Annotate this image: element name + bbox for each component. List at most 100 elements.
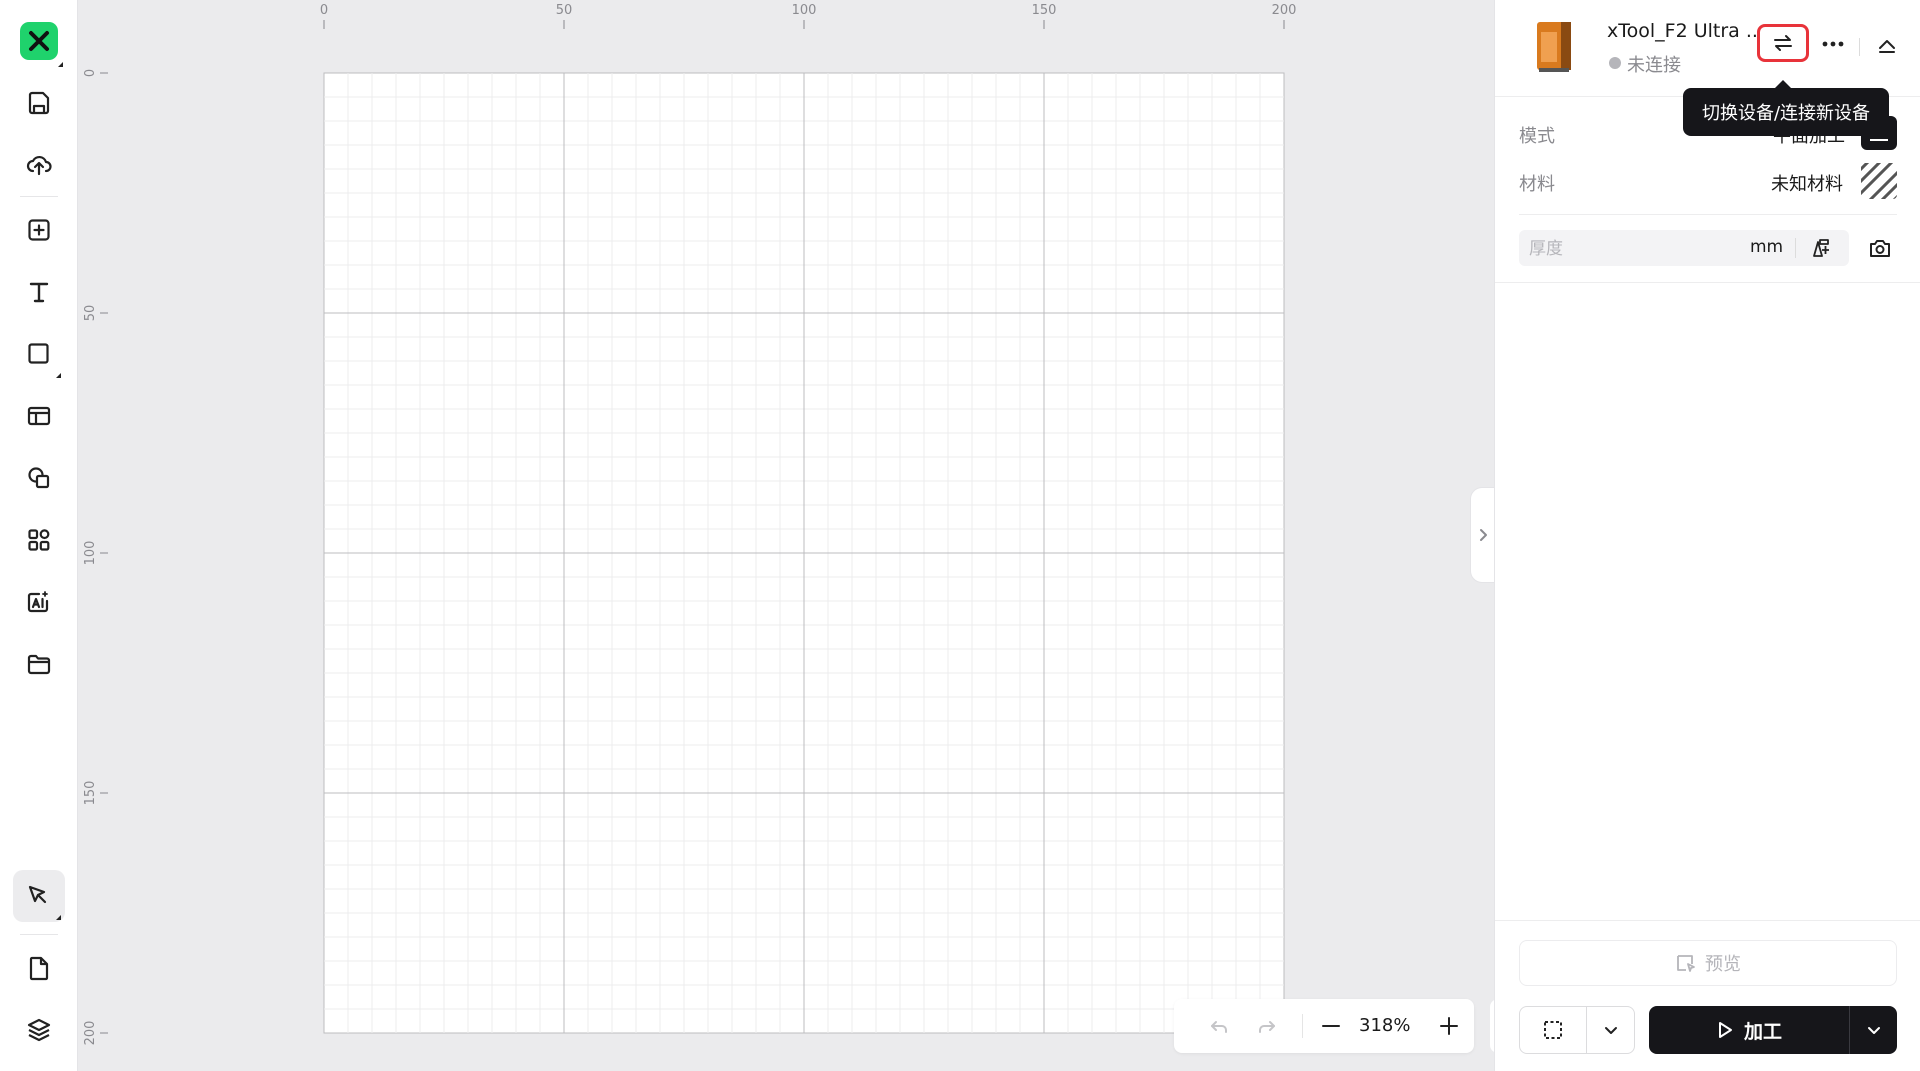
shape-corner-icon xyxy=(56,373,61,378)
folder-icon xyxy=(27,654,51,675)
material-value[interactable]: 未知材料 xyxy=(1771,170,1843,196)
process-button-group: 加工 xyxy=(1649,1006,1897,1054)
apps-button[interactable] xyxy=(13,514,65,566)
layout-icon xyxy=(27,406,51,426)
zoom-level[interactable]: 318% xyxy=(1359,1015,1410,1036)
preview-label: 预览 xyxy=(1705,954,1741,975)
ruler-left-label: 50 xyxy=(83,305,98,322)
ai-icon xyxy=(27,591,49,613)
text-tool-button[interactable] xyxy=(13,266,65,318)
chevron-down-icon xyxy=(1605,1027,1617,1034)
layers-button[interactable] xyxy=(13,1004,65,1056)
ruler-left-label: 200 xyxy=(83,1021,98,1046)
process-label: 加工 xyxy=(1743,1020,1782,1043)
thickness-field: mm xyxy=(1519,230,1849,266)
actions-divider xyxy=(1495,920,1920,921)
zoom-bar-divider xyxy=(1302,1014,1303,1038)
device-thumbnail[interactable] xyxy=(1531,18,1579,76)
more-dots-icon xyxy=(1822,41,1844,47)
material-label: 材料 xyxy=(1519,174,1555,195)
frame-icon xyxy=(1544,1021,1562,1039)
tooltip-arrow xyxy=(1775,80,1791,88)
undo-button[interactable] xyxy=(1204,1011,1234,1041)
zoom-in-button[interactable] xyxy=(1434,1011,1464,1041)
add-icon xyxy=(28,219,50,241)
ai-tool-button[interactable] xyxy=(13,576,65,628)
add-button[interactable] xyxy=(13,204,65,256)
logo-corner-icon xyxy=(58,62,63,67)
panel-divider xyxy=(1495,282,1920,283)
canvas-area[interactable]: 0 50 100 150 200 0 50 100 150 200 318% xyxy=(78,0,1554,1071)
switch-device-tooltip: 切换设备/连接新设备 xyxy=(1683,88,1889,136)
toolbar-divider xyxy=(20,934,58,935)
layout-tool-button[interactable] xyxy=(13,390,65,442)
unknown-material-pattern-icon xyxy=(1861,163,1897,199)
undo-icon xyxy=(1211,1021,1227,1033)
plus-icon xyxy=(1440,1017,1458,1035)
text-icon xyxy=(29,282,49,303)
cloud-upload-icon xyxy=(26,155,52,176)
more-options-button[interactable] xyxy=(1817,28,1849,60)
workspace-grid[interactable] xyxy=(323,72,1285,1034)
left-toolbar xyxy=(0,0,78,1071)
process-dropdown-button[interactable] xyxy=(1850,1006,1897,1054)
app-logo[interactable] xyxy=(20,22,58,60)
select-pen-icon xyxy=(28,885,47,904)
copy-shapes-button[interactable] xyxy=(13,452,65,504)
save-button[interactable] xyxy=(13,77,65,129)
chevron-down-icon xyxy=(1867,1027,1880,1034)
ruler-left-label: 150 xyxy=(83,781,98,806)
camera-icon xyxy=(1870,240,1890,257)
ruler-top: 0 50 100 150 200 xyxy=(320,3,1297,29)
settings-divider xyxy=(1519,214,1897,215)
play-icon xyxy=(1718,1022,1732,1038)
panel-toggle-button[interactable] xyxy=(1470,487,1494,583)
camera-button[interactable] xyxy=(1863,232,1897,264)
xtool-logo-icon xyxy=(29,31,49,51)
ruler-top-label: 0 xyxy=(320,3,328,18)
device-header: xTool_F2 Ultra ... 未连接 xyxy=(1495,0,1920,97)
auto-measure-button[interactable] xyxy=(1803,232,1837,264)
ruler-top-label: 200 xyxy=(1272,3,1297,18)
device-name[interactable]: xTool_F2 Ultra ... xyxy=(1607,20,1764,42)
save-icon xyxy=(28,91,50,115)
collapse-header-button[interactable] xyxy=(1871,30,1903,62)
measure-icon xyxy=(1813,239,1829,257)
ruler-top-label: 50 xyxy=(556,3,573,18)
document-icon xyxy=(29,956,49,981)
thickness-unit: mm xyxy=(1750,237,1784,257)
chevron-up-icon xyxy=(1879,40,1895,53)
ruler-top-label: 100 xyxy=(792,3,817,18)
zoom-out-button[interactable] xyxy=(1316,1011,1346,1041)
document-button[interactable] xyxy=(13,942,65,994)
material-swatch[interactable] xyxy=(1861,163,1897,199)
zoom-bar: 318% xyxy=(1174,999,1474,1053)
shape-icon xyxy=(28,343,49,364)
mode-label: 模式 xyxy=(1519,126,1555,147)
redo-icon xyxy=(1259,1021,1275,1033)
cloud-upload-button[interactable] xyxy=(13,138,65,190)
ruler-left-label: 0 xyxy=(83,69,98,77)
connection-status-dot xyxy=(1609,57,1621,69)
folder-button[interactable] xyxy=(13,638,65,690)
toolbar-divider xyxy=(20,196,58,197)
connection-status: 未连接 xyxy=(1627,55,1681,76)
frame-dropdown-button[interactable] xyxy=(1587,1007,1635,1053)
switch-device-button[interactable] xyxy=(1757,24,1809,62)
frame-button[interactable] xyxy=(1520,1007,1586,1053)
header-divider xyxy=(1859,38,1860,56)
layers-icon xyxy=(27,1018,51,1042)
thickness-input[interactable] xyxy=(1527,234,1731,264)
process-button[interactable]: 加工 xyxy=(1649,1006,1849,1054)
preview-button[interactable]: 预览 xyxy=(1519,940,1897,986)
select-corner-icon xyxy=(56,915,61,920)
ruler-left-label: 100 xyxy=(83,541,98,566)
redo-button[interactable] xyxy=(1252,1011,1282,1041)
right-panel: xTool_F2 Ultra ... 未连接 切换设备/连接新设备 模式 平面加… xyxy=(1494,0,1920,1071)
thickness-divider xyxy=(1795,238,1796,258)
ruler-top-label: 150 xyxy=(1032,3,1057,18)
switch-arrows-icon xyxy=(1774,35,1792,51)
frame-button-group xyxy=(1519,1006,1635,1054)
chevron-right-icon xyxy=(1479,529,1487,541)
minus-icon xyxy=(1322,1025,1340,1027)
